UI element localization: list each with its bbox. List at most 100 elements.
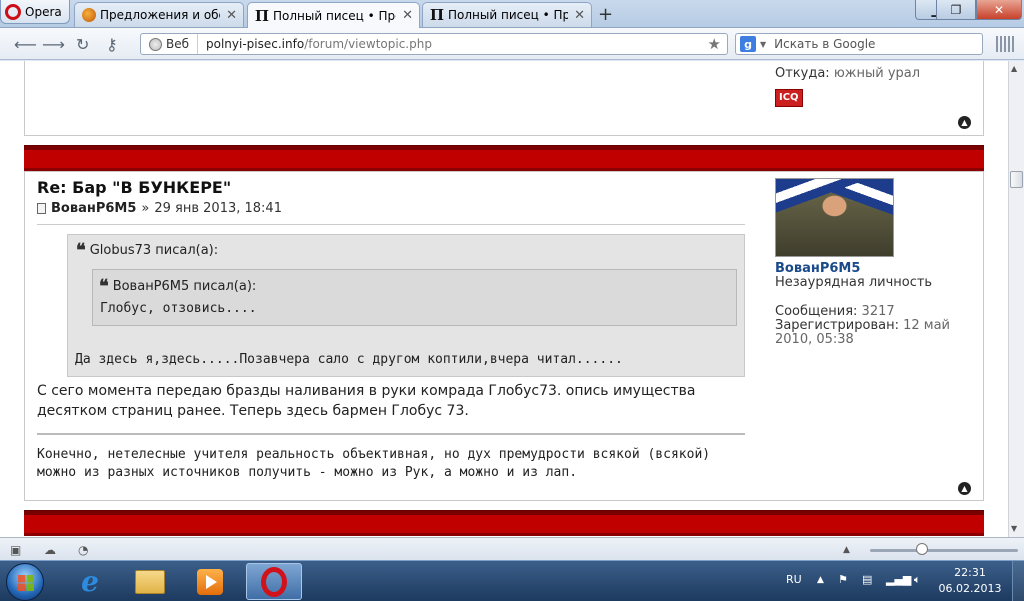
tab-polnyi-pisec[interactable]: П Полный писец • Прос... ✕ [422,2,592,27]
action-center-flag-icon[interactable]: ⚑ [838,573,848,586]
panel-toggle-icon[interactable]: ▣ [10,543,21,557]
opera-icon [261,566,287,597]
tab-suggestions[interactable]: Предложения и обсу... ✕ [74,2,244,27]
network-signal-icon[interactable]: ▂▄▆ [886,573,911,586]
tab-bar: Opera Предложения и обсу... ✕ П Полный п… [0,0,1024,28]
signature-line: Конечно, нетелесные учителя реальность о… [37,447,711,462]
volume-icon[interactable]: 🔈︎ [914,573,921,587]
site-info-label: Веб [166,37,190,51]
posts-value[interactable]: 3217 [862,304,895,319]
scroll-top-icon[interactable]: ▲ [958,482,971,495]
quote-icon: ❝ [76,239,86,261]
restore-icon: ❐ [950,2,962,17]
address-toolbar: ⟵ ⟶ ↻ ⚷ Веб polnyi-pisec.info/forum/view… [0,28,1024,60]
show-hidden-icons-icon[interactable]: ▲ [817,575,824,585]
icq-button[interactable]: ICQ [775,89,803,107]
author-profile: ВованР6М5 Незаурядная личность Сообщения… [775,178,950,347]
url-text[interactable]: polnyi-pisec.info/forum/viewtopic.php [198,37,432,51]
page-viewport: Откуда: южный урал ICQ ▲ Re: Бар "В БУНК… [0,61,1008,537]
google-icon[interactable]: g [740,36,756,52]
restore-button[interactable]: ❐ [936,0,976,20]
posts-label: Сообщения: [775,304,858,319]
tab-label: Полный писец • Прос... [273,8,396,23]
scroll-down-icon[interactable]: ▼ [1011,524,1017,533]
forum-post: Re: Бар "В БУНКЕРЕ" ВованР6М5 » 29 янв 2… [24,171,984,501]
zoom-slider-knob[interactable] [916,543,928,555]
tab-label: Предложения и обсу... [100,8,220,22]
registered-label: Зарегистрирован: [775,318,899,333]
taskbar-opera[interactable] [246,563,302,600]
post-title[interactable]: Re: Бар "В БУНКЕРЕ" [37,178,231,197]
show-desktop-button[interactable] [1012,561,1024,601]
quote-inner-text: Глобус, отзовись.... [100,301,257,316]
windows-taskbar: e RU ▲ ⚑ ▤ ▂▄▆ 🔈︎ 22:31 06.02.2013 [0,560,1024,601]
zoom-slider[interactable] [870,549,1018,552]
quote-outer-author: Globus73 писал(а): [89,243,219,258]
internet-explorer-icon: e [81,565,99,598]
taskbar-ie[interactable]: e [62,563,118,600]
url-path: /forum/viewtopic.php [304,37,432,51]
previous-post-profile: Откуда: южный урал ICQ [775,67,920,107]
close-tab-icon[interactable]: ✕ [574,8,585,23]
vertical-scrollbar[interactable]: ▲ ▼ [1008,61,1024,537]
key-icon[interactable]: ⚷ [106,35,118,54]
zoom-up-icon[interactable]: ▲ [843,545,850,555]
taskbar-media-player[interactable] [182,563,238,600]
post-body-line: С сего момента передаю бразды наливания … [37,383,696,399]
tab-polnyi-pisec-active[interactable]: П Полный писец • Прос... ✕ [247,2,420,28]
search-field[interactable]: g ▼ Искать в Google [735,33,983,55]
opera-unite-icon[interactable]: ☁ [44,543,56,557]
clock-time: 22:31 [954,566,986,579]
opera-menu-button[interactable]: Opera [0,0,70,24]
profile-rank: Незаурядная личность [775,275,933,290]
folder-icon [135,569,165,594]
taskbar-explorer[interactable] [122,563,178,600]
reload-icon[interactable]: ↻ [76,35,89,54]
forward-icon[interactable]: ⟶ [42,35,65,54]
pi-favicon-icon: П [429,6,445,24]
bookmark-star-icon[interactable]: ★ [708,35,721,53]
search-placeholder: Искать в Google [774,37,876,51]
usb-device-icon[interactable]: ▤ [862,573,872,586]
close-tab-icon[interactable]: ✕ [402,8,413,23]
quote-icon: ❝ [99,275,109,297]
scroll-top-icon[interactable]: ▲ [958,116,971,129]
scroll-up-icon[interactable]: ▲ [1011,64,1017,73]
post-author[interactable]: ВованР6М5 [51,201,136,216]
site-info-badge[interactable]: Веб [141,34,199,54]
back-icon[interactable]: ⟵ [14,35,37,54]
quote-outer-text: Да здесь я,здесь.....Позавчера сало с др… [75,352,623,367]
language-indicator[interactable]: RU [786,573,802,586]
new-tab-button[interactable]: + [598,4,613,25]
post-body: С сего момента передаю бразды наливания … [37,381,737,421]
start-button[interactable] [6,563,44,601]
status-bar: ▣ ☁ ◔ ▲ [0,537,1024,560]
system-clock[interactable]: 22:31 06.02.2013 [938,565,1002,597]
quote-outer-header: ❝ Globus73 писал(а): [76,239,219,261]
opera-logo-icon [5,3,21,20]
registered-value-time: 2010, 05:38 [775,332,854,347]
quote-block-outer: ❝ Globus73 писал(а): ❝ ВованР6М5 писал(а… [67,234,745,377]
url-host: polnyi-pisec.info [206,37,305,51]
forum-favicon-icon [81,7,97,23]
scrollbar-thumb[interactable] [1010,171,1023,188]
address-field[interactable]: Веб polnyi-pisec.info/forum/viewtopic.ph… [140,33,728,55]
chevron-down-icon[interactable]: ▼ [760,40,766,49]
pi-favicon-icon: П [254,6,270,25]
media-player-icon [197,568,223,595]
close-icon: ✕ [993,2,1005,17]
turbo-icon[interactable]: ◔ [78,543,88,557]
profile-username[interactable]: ВованР6М5 [775,261,860,276]
signature: Конечно, нетелесные учителя реальность о… [37,446,737,482]
close-tab-icon[interactable]: ✕ [226,8,237,23]
post-date: 29 янв 2013, 18:41 [154,201,282,216]
quote-block-inner: ❝ ВованР6М5 писал(а): Глобус, отзовись..… [92,269,737,326]
meta-separator: » [141,201,150,216]
close-window-button[interactable]: ✕ [976,0,1022,20]
clock-date: 06.02.2013 [938,582,1002,595]
post-icon[interactable] [37,203,46,214]
previous-post: Откуда: южный урал ICQ ▲ [24,61,984,136]
quote-inner-header: ❝ ВованР6М5 писал(а): [99,275,256,297]
divider [37,224,745,225]
sidebar-panel-icon[interactable] [996,36,1014,52]
